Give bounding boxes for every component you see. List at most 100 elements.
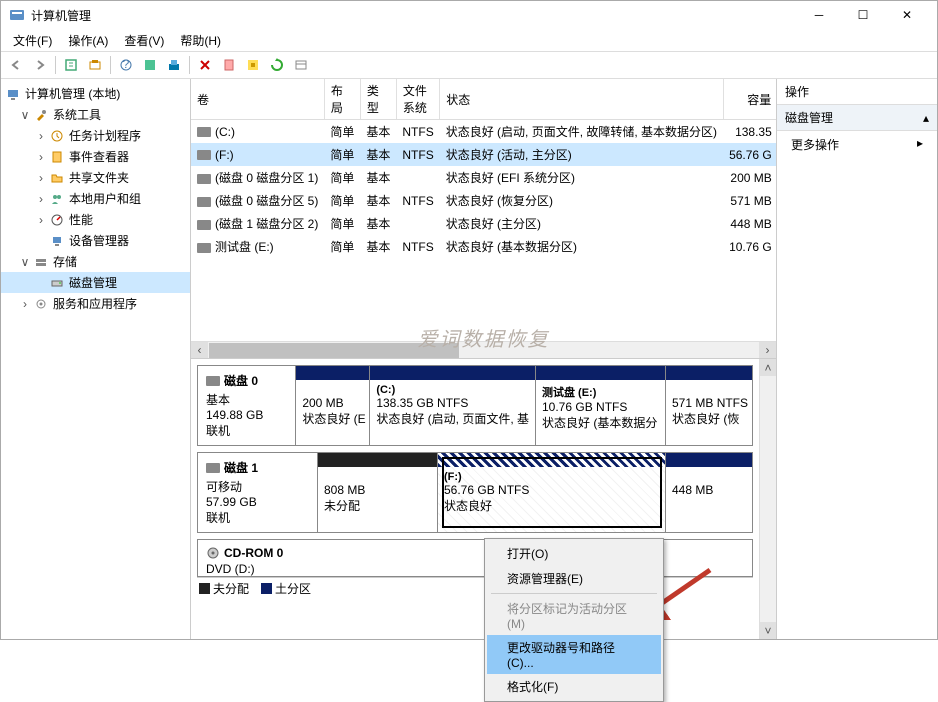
folder-icon <box>49 170 65 186</box>
cdrom-icon <box>206 547 220 559</box>
table-row[interactable]: (F:)简单基本NTFS状态良好 (活动, 主分区)56.76 G <box>191 143 776 166</box>
tree-label: 磁盘管理 <box>69 274 117 291</box>
tree-performance[interactable]: › 性能 <box>1 209 190 230</box>
volume-icon <box>197 127 211 137</box>
expand-icon[interactable]: › <box>35 213 47 227</box>
disk-icon <box>206 375 220 387</box>
ctx-mark-active: 将分区标记为活动分区(M) <box>487 596 661 635</box>
partition-c[interactable]: (C:)138.35 GB NTFS状态良好 (启动, 页面文件, 基 <box>370 366 536 445</box>
table-row[interactable]: 测试盘 (E:)简单基本NTFS状态良好 (基本数据分区)10.76 G <box>191 235 776 258</box>
col-layout[interactable]: 布局 <box>324 79 360 120</box>
tree-shared-folders[interactable]: › 共享文件夹 <box>1 167 190 188</box>
tree-label: 设备管理器 <box>69 232 129 249</box>
col-capacity[interactable]: 容量 <box>723 79 776 120</box>
partition-unallocated[interactable]: 808 MB未分配 <box>318 453 438 532</box>
toolbar-btn-1[interactable] <box>60 54 82 76</box>
graph-scrollbar-v[interactable]: ˄ ˅ <box>759 359 776 639</box>
ctx-open[interactable]: 打开(O) <box>487 541 661 566</box>
window-title: 计算机管理 <box>31 7 797 24</box>
expand-icon[interactable]: › <box>19 297 31 311</box>
menu-help[interactable]: 帮助(H) <box>172 30 229 51</box>
disk-0-block: 磁盘 0 基本 149.88 GB 联机 200 MB状态良好 (E (C:)1… <box>197 365 753 446</box>
svg-text:?: ? <box>123 58 130 71</box>
expand-icon[interactable]: › <box>35 171 47 185</box>
table-row[interactable]: (磁盘 0 磁盘分区 1)简单基本状态良好 (EFI 系统分区)200 MB <box>191 166 776 189</box>
tree-root[interactable]: 计算机管理 (本地) <box>1 83 190 104</box>
scroll-up-button[interactable]: ˄ <box>760 359 776 376</box>
partition-448[interactable]: 448 MB <box>666 453 752 532</box>
tree-storage[interactable]: ∨ 存储 <box>1 251 190 272</box>
table-row[interactable]: (磁盘 0 磁盘分区 5)简单基本NTFS状态良好 (恢复分区)571 MB <box>191 189 776 212</box>
tree-task-scheduler[interactable]: › 任务计划程序 <box>1 125 190 146</box>
tree-event-viewer[interactable]: › 事件查看器 <box>1 146 190 167</box>
toolbar-btn-5[interactable] <box>218 54 240 76</box>
collapse-icon[interactable]: ∨ <box>19 108 31 122</box>
event-icon <box>49 149 65 165</box>
volume-icon <box>197 174 211 184</box>
toolbar-btn-7[interactable] <box>290 54 312 76</box>
services-icon <box>33 296 49 312</box>
tree-label: 计算机管理 (本地) <box>25 85 120 102</box>
forward-button[interactable] <box>29 54 51 76</box>
table-scrollbar[interactable]: ‹ › <box>191 341 776 358</box>
expand-icon[interactable]: › <box>35 150 47 164</box>
expand-icon[interactable]: › <box>35 129 47 143</box>
tree-label: 服务和应用程序 <box>53 295 137 312</box>
disk-icon <box>49 275 65 291</box>
app-icon <box>9 7 25 23</box>
storage-icon <box>33 254 49 270</box>
ctx-explorer[interactable]: 资源管理器(E) <box>487 566 661 591</box>
partition-f-selected[interactable]: (F:)56.76 GB NTFS状态良好 <box>438 453 666 532</box>
volume-table[interactable]: 卷 布局 类型 文件系统 状态 容量 (C:)简单基本NTFS状态良好 (启动,… <box>191 79 776 258</box>
cdrom-block: CD-ROM 0 DVD (D:) <box>197 539 753 577</box>
maximize-button[interactable]: ☐ <box>841 4 885 26</box>
menubar: 文件(F) 操作(A) 查看(V) 帮助(H) <box>1 29 937 51</box>
col-volume[interactable]: 卷 <box>191 79 324 120</box>
tree-label: 存储 <box>53 253 77 270</box>
navigation-tree: 计算机管理 (本地) ∨ 系统工具 › 任务计划程序 › 事件查看器 › 共享文… <box>1 79 191 639</box>
tree-label: 本地用户和组 <box>69 190 141 207</box>
scroll-left-button[interactable]: ‹ <box>191 342 208 359</box>
menu-view[interactable]: 查看(V) <box>116 30 172 51</box>
col-status[interactable]: 状态 <box>440 79 723 120</box>
toolbar-btn-3[interactable] <box>139 54 161 76</box>
menu-action[interactable]: 操作(A) <box>60 30 116 51</box>
partition-e[interactable]: 测试盘 (E:)10.76 GB NTFS状态良好 (基本数据分 <box>536 366 666 445</box>
scroll-thumb[interactable] <box>209 343 459 358</box>
collapse-icon[interactable]: ∨ <box>19 255 31 269</box>
titlebar: 计算机管理 ─ ☐ ✕ <box>1 1 937 29</box>
col-type[interactable]: 类型 <box>360 79 396 120</box>
toolbar-btn-2[interactable] <box>84 54 106 76</box>
collapse-icon[interactable]: ▴ <box>923 111 929 125</box>
help-button[interactable]: ? <box>115 54 137 76</box>
more-actions-link[interactable]: 更多操作 ▸ <box>777 131 937 158</box>
partition-recovery[interactable]: 571 MB NTFS状态良好 (恢 <box>666 366 752 445</box>
tree-system-tools[interactable]: ∨ 系统工具 <box>1 104 190 125</box>
scroll-down-button[interactable]: ˅ <box>760 622 776 639</box>
delete-button[interactable] <box>194 54 216 76</box>
refresh-button[interactable] <box>266 54 288 76</box>
minimize-button[interactable]: ─ <box>797 4 841 26</box>
toolbar-btn-4[interactable] <box>163 54 185 76</box>
ctx-format[interactable]: 格式化(F) <box>487 674 661 699</box>
actions-section[interactable]: 磁盘管理 ▴ <box>777 105 937 131</box>
ctx-change-drive-letter[interactable]: 更改驱动器号和路径(C)... <box>487 635 661 674</box>
performance-icon <box>49 212 65 228</box>
partition-efi[interactable]: 200 MB状态良好 (E <box>296 366 370 445</box>
users-icon <box>49 191 65 207</box>
expand-icon[interactable]: › <box>35 192 47 206</box>
back-button[interactable] <box>5 54 27 76</box>
toolbar-btn-6[interactable] <box>242 54 264 76</box>
computer-icon <box>5 86 21 102</box>
table-row[interactable]: (磁盘 1 磁盘分区 2)简单基本状态良好 (主分区)448 MB <box>191 212 776 235</box>
tree-services-apps[interactable]: › 服务和应用程序 <box>1 293 190 314</box>
scroll-right-button[interactable]: › <box>759 342 776 359</box>
col-filesystem[interactable]: 文件系统 <box>396 79 439 120</box>
menu-file[interactable]: 文件(F) <box>5 30 60 51</box>
tree-device-manager[interactable]: 设备管理器 <box>1 230 190 251</box>
tools-icon <box>33 107 49 123</box>
close-button[interactable]: ✕ <box>885 4 929 26</box>
tree-local-users[interactable]: › 本地用户和组 <box>1 188 190 209</box>
tree-disk-management[interactable]: 磁盘管理 <box>1 272 190 293</box>
table-row[interactable]: (C:)简单基本NTFS状态良好 (启动, 页面文件, 故障转储, 基本数据分区… <box>191 120 776 144</box>
